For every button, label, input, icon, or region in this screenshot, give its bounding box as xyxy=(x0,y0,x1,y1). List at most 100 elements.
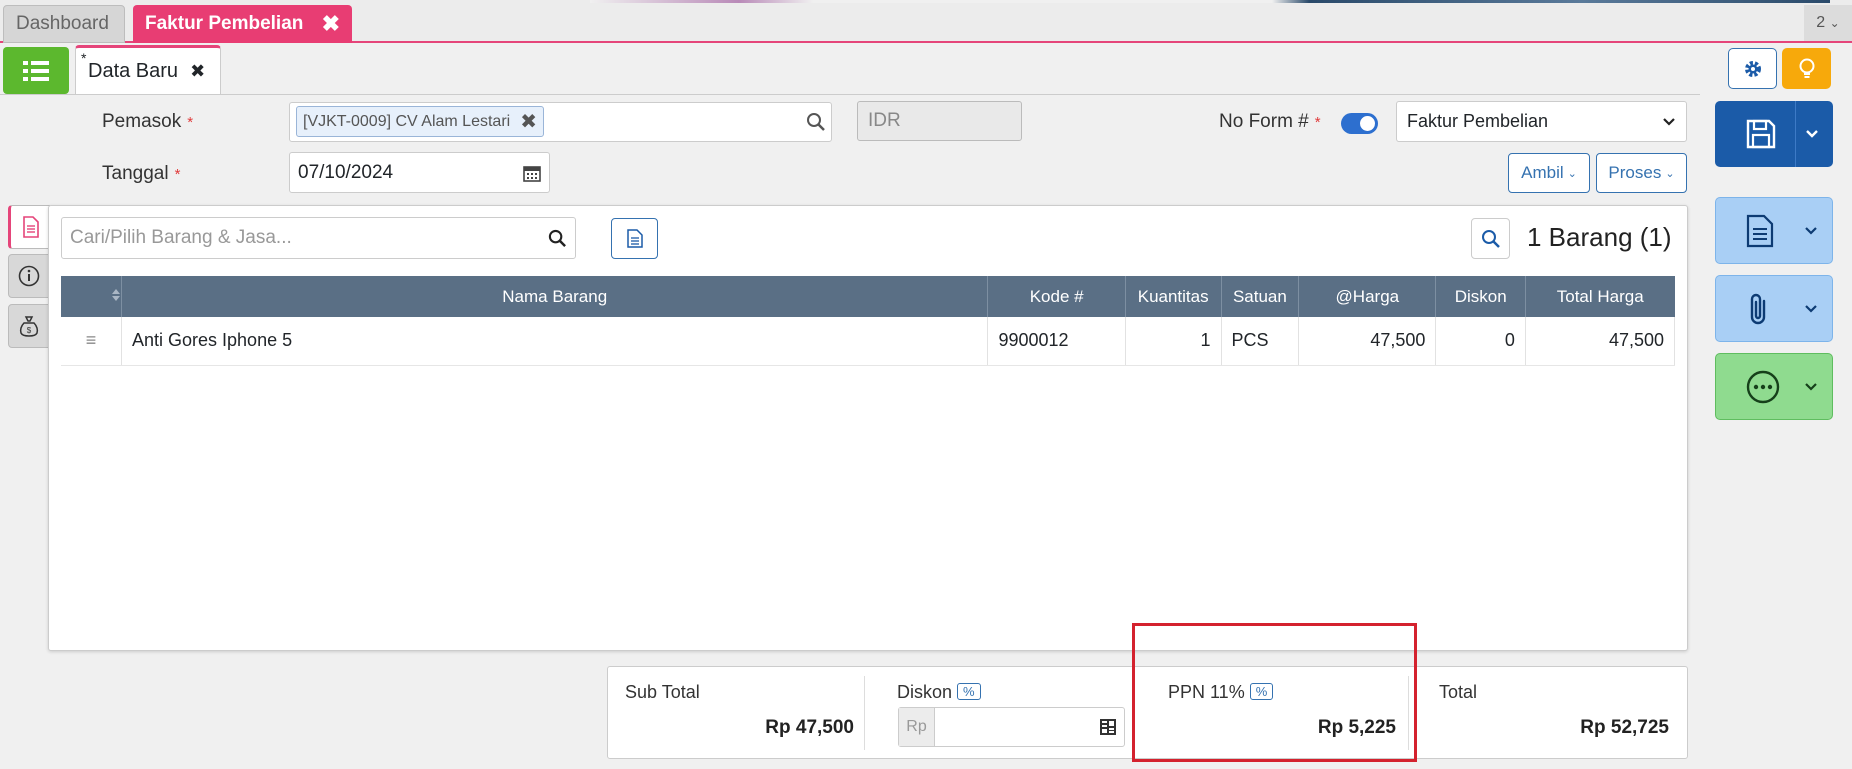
cell-qty[interactable]: 1 xyxy=(1125,317,1222,366)
subtab-label: Data Baru xyxy=(88,60,179,82)
info-icon xyxy=(18,265,40,287)
chevron-down-icon xyxy=(1663,117,1675,126)
proses-label: Proses xyxy=(1608,163,1662,182)
column-sort-handle[interactable] xyxy=(61,276,122,317)
noform-toggle[interactable] xyxy=(1341,113,1378,134)
diskon-input[interactable]: Rp xyxy=(898,707,1125,747)
chevron-down-icon xyxy=(1805,226,1817,235)
cell-satuan[interactable]: PCS xyxy=(1221,317,1300,366)
more-icon xyxy=(1746,370,1780,403)
highlight-box xyxy=(1132,623,1417,762)
save-icon xyxy=(1746,119,1776,149)
tab-faktur-label: Faktur Pembelian xyxy=(145,13,304,34)
save-button[interactable] xyxy=(1715,101,1833,167)
calculator-icon[interactable] xyxy=(1099,718,1117,736)
item-count: 1 Barang (1) xyxy=(1527,222,1672,252)
print-button[interactable] xyxy=(1715,197,1833,264)
pemasok-value: [VJKT-0009] CV Alam Lestari xyxy=(303,112,511,130)
items-panel xyxy=(48,205,1688,651)
item-search-input[interactable]: Cari/Pilih Barang & Jasa... xyxy=(61,217,576,259)
column-harga[interactable]: @Harga xyxy=(1298,276,1437,317)
header-decoration xyxy=(590,0,1830,3)
currency-field: IDR xyxy=(857,101,1022,141)
tab-dashboard[interactable]: Dashboard xyxy=(3,5,125,43)
document-button[interactable] xyxy=(611,218,658,259)
attachment-button[interactable] xyxy=(1715,275,1833,342)
cell-total[interactable]: 47,500 xyxy=(1525,317,1676,366)
settings-button[interactable] xyxy=(1728,48,1777,89)
ambil-label: Ambil xyxy=(1521,163,1564,182)
table-header: Nama Barang Kode # Kuantitas Satuan @Har… xyxy=(61,276,1675,317)
document-icon xyxy=(626,229,643,248)
cell-kode[interactable]: 9900012 xyxy=(987,317,1126,366)
chevron-down-icon xyxy=(1805,382,1817,391)
divider xyxy=(0,94,1700,95)
close-tab-icon[interactable]: ✖ xyxy=(322,11,340,37)
total-label: Total xyxy=(1439,682,1478,702)
column-total-harga[interactable]: Total Harga xyxy=(1525,276,1675,317)
calendar-icon[interactable] xyxy=(523,164,541,182)
chevron-down-icon: ⌄ xyxy=(1665,167,1675,180)
search-icon xyxy=(1481,229,1500,248)
tanggal-input[interactable]: 07/10/2024 xyxy=(289,152,550,193)
chevron-down-icon[interactable] xyxy=(1805,129,1819,139)
money-bag-icon: $ xyxy=(19,316,39,337)
pemasok-label: Pemasok * xyxy=(102,111,193,133)
proses-button[interactable]: Proses ⌄ xyxy=(1596,153,1687,193)
sidetab-info[interactable] xyxy=(8,254,50,298)
sidetab-payment[interactable]: $ xyxy=(8,304,50,348)
cell-harga[interactable]: 47,500 xyxy=(1298,317,1437,366)
bulb-icon xyxy=(1799,58,1814,78)
form-type-select[interactable]: Faktur Pembelian xyxy=(1396,101,1687,142)
currency-value: IDR xyxy=(868,110,901,131)
diskon-label: Diskon% xyxy=(897,682,981,703)
remove-chip-icon[interactable]: ✖ xyxy=(520,109,537,134)
pemasok-label-text: Pemasok xyxy=(102,111,182,132)
document-icon xyxy=(22,216,39,238)
column-diskon[interactable]: Diskon xyxy=(1435,276,1526,317)
items-table: Nama Barang Kode # Kuantitas Satuan @Har… xyxy=(61,276,1676,366)
list-icon xyxy=(23,60,49,81)
sidetab-items[interactable] xyxy=(8,205,50,249)
item-search-button[interactable] xyxy=(1471,218,1510,259)
cell-diskon[interactable]: 0 xyxy=(1435,317,1526,366)
diskon-percent-toggle[interactable]: % xyxy=(957,683,981,700)
tab-faktur-pembelian[interactable]: Faktur Pembelian ✖ xyxy=(133,5,352,43)
sort-icon xyxy=(112,288,120,301)
search-icon xyxy=(548,229,566,247)
column-nama-barang[interactable]: Nama Barang xyxy=(121,276,989,317)
tab-count: 2 xyxy=(1816,14,1826,31)
tips-button[interactable] xyxy=(1782,48,1831,89)
rp-prefix: Rp xyxy=(899,708,935,746)
item-search-placeholder: Cari/Pilih Barang & Jasa... xyxy=(70,227,292,248)
column-kode[interactable]: Kode # xyxy=(987,276,1126,317)
noform-label-text: No Form # xyxy=(1219,111,1309,132)
ambil-button[interactable]: Ambil ⌄ xyxy=(1508,153,1590,193)
subtotal-label: Sub Total xyxy=(625,682,700,702)
divider xyxy=(1795,101,1796,167)
list-menu-button[interactable] xyxy=(3,47,69,94)
unsaved-marker: * xyxy=(81,50,87,66)
tanggal-label-text: Tanggal xyxy=(102,163,169,184)
chevron-down-icon: ⌄ xyxy=(1829,16,1840,30)
required-marker: * xyxy=(174,166,181,183)
required-marker: * xyxy=(187,114,194,131)
form-type-value: Faktur Pembelian xyxy=(1407,111,1549,131)
pemasok-chip: [VJKT-0009] CV Alam Lestari ✖ xyxy=(296,106,544,137)
chevron-down-icon xyxy=(1805,304,1817,313)
close-subtab-icon[interactable]: ✖ xyxy=(190,61,205,82)
column-kuantitas[interactable]: Kuantitas xyxy=(1125,276,1222,317)
column-satuan[interactable]: Satuan xyxy=(1221,276,1300,317)
subtab-data-baru[interactable]: * Data Baru ✖ xyxy=(75,45,221,95)
tab-count-dropdown[interactable]: 2 ⌄ xyxy=(1804,5,1852,41)
cell-nama[interactable]: Anti Gores Iphone 5 xyxy=(121,317,989,366)
table-row[interactable]: ≡ Anti Gores Iphone 5 9900012 1 PCS 47,5… xyxy=(61,317,1676,366)
more-actions-button[interactable] xyxy=(1715,353,1833,420)
total-value: Rp 52,725 xyxy=(1580,717,1669,738)
paperclip-icon xyxy=(1750,293,1766,324)
search-icon[interactable] xyxy=(806,112,826,132)
drag-handle-icon[interactable]: ≡ xyxy=(61,317,122,366)
required-marker: * xyxy=(1314,114,1321,131)
tanggal-label: Tanggal * xyxy=(102,163,180,185)
svg-text:$: $ xyxy=(27,326,32,335)
